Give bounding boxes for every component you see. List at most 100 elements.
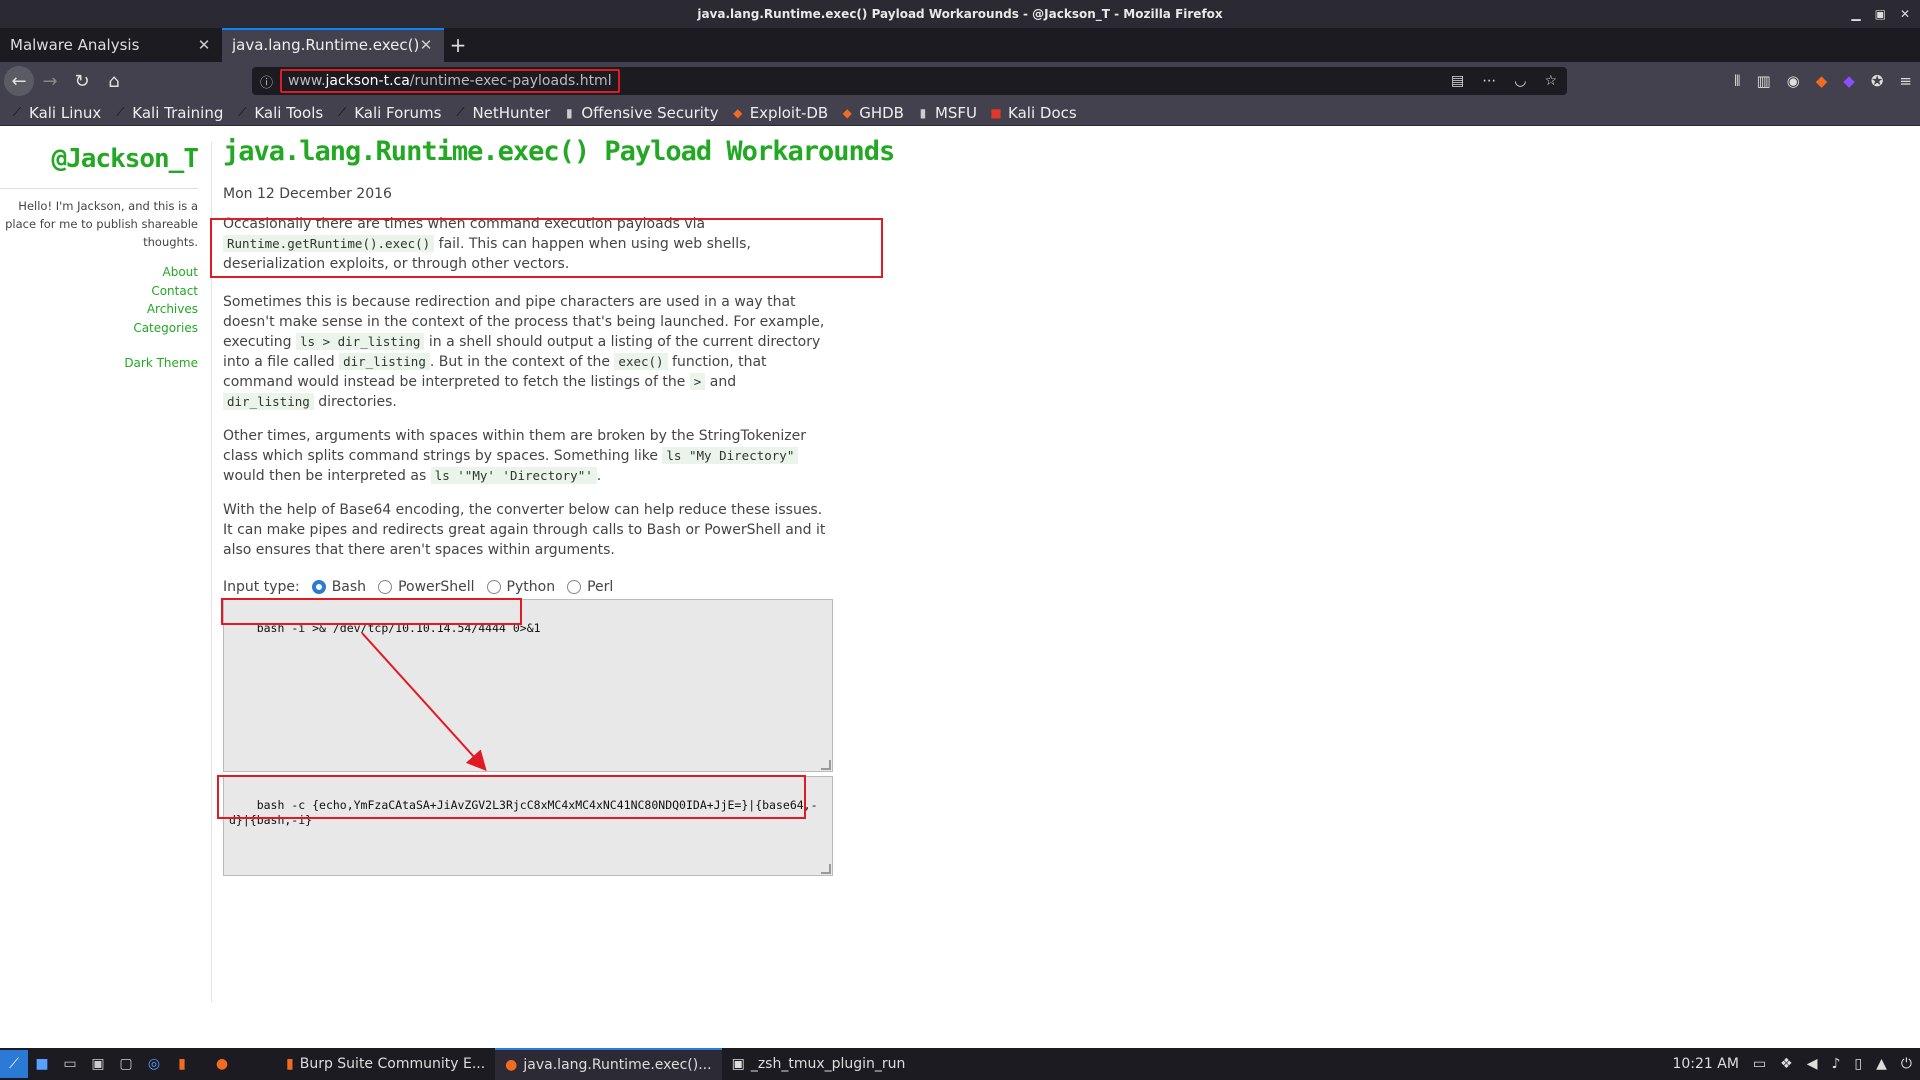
power-icon[interactable]: ⏻ [1901,1056,1912,1072]
firefox-icon[interactable]: ● [208,1050,236,1078]
dark-theme-link[interactable]: Dark Theme [0,354,198,373]
nav-link-categories[interactable]: Categories [0,319,198,338]
nav-link-contact[interactable]: Contact [0,282,198,301]
page-actions-icon[interactable]: ⋯ [1482,73,1496,89]
nav-link-about[interactable]: About [0,263,198,282]
input-type-label: Input type: [223,579,300,595]
taskbar-app-label: _zsh_tmux_plugin_run [750,1056,906,1072]
site-info-icon[interactable]: ⓘ [260,72,280,91]
bookmark-label: MSFU [934,103,978,122]
bookmark-kali-tools[interactable]: ⟋ Kali Tools [235,104,323,122]
resize-handle[interactable] [821,760,831,770]
extension-gear-icon[interactable]: ✪ [1871,72,1884,90]
highlight-box-paragraph [210,218,883,278]
app-menu-icon[interactable]: ⟋ [0,1050,28,1078]
account-icon[interactable]: ◉ [1787,72,1800,90]
radio-powershell[interactable] [378,580,393,594]
bookmark-offensive-security[interactable]: ▮ Offensive Security [562,103,719,122]
inline-code: ls '"My' 'Directory"' [430,467,597,484]
bookmark-label: Kali Tools [254,103,324,122]
bookmark-label: Kali Forums [354,103,442,122]
menu-icon[interactable]: ≡ [1899,72,1912,90]
bookmark-exploit-db[interactable]: ◆ Exploit-DB [731,103,829,122]
msfu-icon: ▮ [919,105,927,120]
taskbar-app-firefox[interactable]: ● java.lang.Runtime.exec()... [495,1048,722,1080]
radio-bash[interactable] [311,580,326,594]
tab-malware-analysis[interactable]: Malware Analysis ✕ [0,28,222,62]
bookmark-kali-linux[interactable]: ⟋ Kali Linux [10,103,102,122]
bookmark-nethunter[interactable]: ⟋ NetHunter [453,104,550,122]
burp-icon[interactable]: ▮ [168,1050,196,1078]
exploit-db-icon: ◆ [733,105,743,120]
maximize-icon[interactable]: ▣ [1875,7,1886,21]
close-window-icon[interactable]: ✕ [1900,7,1910,21]
nav-link-archives[interactable]: Archives [0,300,198,319]
site-brand[interactable]: @Jackson_T [0,144,199,174]
extension-purple-icon[interactable]: ◆ [1843,72,1855,90]
new-tab-icon[interactable]: + [444,28,472,62]
url-bar[interactable]: ⓘ www.jackson-t.ca/runtime-exec-payloads… [252,67,1567,95]
terminal-icon[interactable]: ▣ [84,1050,112,1078]
workspace-icon[interactable]: ■ [28,1050,56,1078]
bookmark-ghdb[interactable]: ◆ GHDB [840,104,904,122]
notification-bell-icon[interactable]: ♪ [1831,1056,1840,1072]
tab-runtime-exec[interactable]: java.lang.Runtime.exec() Pay ✕ [222,28,444,62]
bookmark-label: Exploit-DB [749,103,829,122]
terminal-icon: ▣ [731,1056,745,1072]
bookmark-kali-docs[interactable]: ■ Kali Docs [989,104,1076,122]
url-actions: ▤ ⋯ ◡ ☆ [1451,67,1557,95]
inline-code: > [689,373,706,390]
extension-fox-icon[interactable]: ◆ [1816,72,1828,90]
window-title-bar: java.lang.Runtime.exec() Payload Workaro… [0,0,1920,28]
screen-icon[interactable]: ▢ [112,1050,140,1078]
file-manager-icon[interactable]: ▭ [56,1050,84,1078]
clock[interactable]: 10:21 AM [1672,1056,1738,1072]
home-icon[interactable]: ⌂ [98,65,130,97]
taskbar-app-terminal[interactable]: ▣ _zsh_tmux_plugin_run [722,1048,916,1080]
back-icon[interactable]: ← [4,66,34,96]
reader-view-icon[interactable]: ▤ [1451,73,1464,89]
bookmark-label: NetHunter [472,103,551,122]
text: and [705,374,737,390]
radio-python[interactable] [486,580,501,594]
taskbar-app-label: java.lang.Runtime.exec()... [523,1057,712,1073]
tab-strip: Malware Analysis ✕ java.lang.Runtime.exe… [0,28,1920,62]
bookmark-kali-forums[interactable]: ⟋ Kali Forums [335,104,441,122]
site-tagline: Hello! I'm Jackson, and this is a place … [0,188,198,251]
sidebar-toggle-icon[interactable]: ▥ [1756,72,1770,90]
article-date: Mon 12 December 2016 [223,186,392,202]
url-text[interactable]: www.jackson-t.ca/runtime-exec-payloads.h… [280,69,620,93]
url-host: jackson-t.ca [325,73,410,89]
minimize-icon[interactable]: ▁ [1851,7,1860,21]
kali-dragon-icon: ⟋ [238,105,247,119]
web-page: @Jackson_T Hello! I'm Jackson, and this … [0,126,1920,1048]
forward-icon[interactable]: → [34,65,66,97]
bookmarks-bar: ⟋ Kali Linux ⟋ Kali Training ⟋ Kali Tools ⟋… [0,100,1920,126]
display-icon[interactable]: ▭ [1753,1056,1766,1072]
tab-title: java.lang.Runtime.exec() Pay [232,36,418,54]
bookmark-kali-training[interactable]: ⟋ Kali Training [113,104,223,122]
lock-icon[interactable]: ▲ [1876,1056,1887,1072]
inline-code: ls > dir_listing [296,333,425,350]
sidebar-nav: About Contact Archives Categories Dark T… [0,263,198,373]
bookmark-star-icon[interactable]: ☆ [1544,73,1557,89]
kali-dragon-icon: ⟋ [456,105,465,119]
volume-icon[interactable]: ◀ [1807,1056,1818,1072]
radio-label: PowerShell [398,579,475,595]
bookmark-label: Offensive Security [581,103,719,122]
radio-perl[interactable] [567,580,582,594]
close-tab-icon[interactable]: ✕ [418,36,434,54]
article: java.lang.Runtime.exec() Payload Workaro… [223,126,895,597]
bookmark-label: Kali Linux [29,103,102,122]
battery-icon[interactable]: ▯ [1854,1056,1862,1072]
bookmark-msfu[interactable]: ▮ MSFU [916,104,977,122]
close-tab-icon[interactable]: ✕ [196,36,212,54]
taskbar-app-burp[interactable]: ▮ Burp Suite Community E... [276,1048,495,1080]
dropbox-icon[interactable]: ❖ [1780,1056,1793,1072]
kali-dragon-icon: ⟋ [116,105,125,119]
browser-icon[interactable]: ◎ [140,1050,168,1078]
library-icon[interactable]: ⫴ [1734,72,1740,90]
resize-handle[interactable] [821,864,831,874]
reload-icon[interactable]: ↻ [66,65,98,97]
pocket-icon[interactable]: ◡ [1514,73,1526,89]
